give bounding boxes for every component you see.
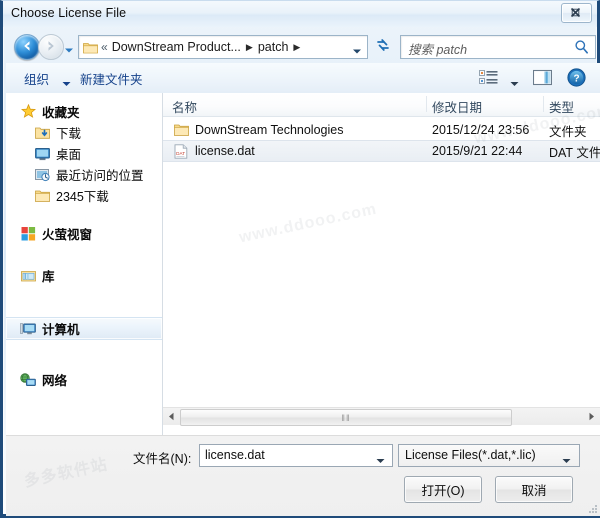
column-divider[interactable] <box>543 96 544 112</box>
file-date: 2015/9/21 22:44 <box>432 144 523 158</box>
search-input[interactable]: 搜索 patch <box>400 35 596 59</box>
horizontal-scrollbar[interactable]: ‖‖ <box>163 407 600 426</box>
back-button[interactable] <box>14 34 40 60</box>
file-list[interactable]: 名称 修改日期 类型 DownStream Technologies 2015/… <box>163 93 600 435</box>
dialog-body: 收藏夹 下载 桌面 最近访问的位置 2345下载 火萤视窗 库 计算机 网络 名… <box>6 93 600 435</box>
breadcrumb-separator-2[interactable]: ▶ <box>293 42 300 53</box>
file-type: DAT 文件 <box>549 145 600 160</box>
dialog-footer: 文件名(N): license.dat License Files(*.dat,… <box>6 435 600 516</box>
file-date: 2015/12/24 23:56 <box>432 123 530 137</box>
star-icon <box>20 104 36 120</box>
sidebar-item-label: 桌面 <box>56 148 82 162</box>
new-folder-button[interactable]: 新建文件夹 <box>80 69 143 88</box>
sidebar-group-network[interactable]: 网络 <box>6 369 162 390</box>
filetype-select[interactable]: License Files(*.dat,*.lic) <box>398 444 580 467</box>
breadcrumb-item-1[interactable]: DownStream Product... <box>112 40 241 54</box>
column-divider[interactable] <box>426 96 427 112</box>
forward-button[interactable] <box>38 34 64 60</box>
chevron-down-icon <box>64 43 74 57</box>
address-history-dropdown[interactable] <box>352 44 362 58</box>
column-header-type[interactable]: 类型 <box>549 97 574 116</box>
filetype-value: License Files(*.dat,*.lic) <box>405 448 536 462</box>
address-overflow-chevrons[interactable]: « <box>101 40 108 54</box>
search-placeholder: 搜索 patch <box>408 43 468 57</box>
folder-icon <box>34 188 50 204</box>
sidebar-group-label: 火萤视窗 <box>42 228 93 242</box>
sidebar-group-label: 网络 <box>42 374 68 388</box>
open-button[interactable]: 打开(O) <box>404 476 482 503</box>
file-type: 文件夹 <box>549 124 587 139</box>
scroll-right-arrow-icon[interactable] <box>583 408 600 425</box>
sidebar-group-label: 计算机 <box>42 323 80 337</box>
organize-button[interactable]: 组织 <box>24 69 49 88</box>
address-bar[interactable]: « DownStream Product... ▶ patch ▶ <box>78 35 368 59</box>
column-header-date[interactable]: 修改日期 <box>432 97 482 116</box>
table-row[interactable]: DAT license.dat 2015/9/21 22:44 DAT 文件 <box>163 140 600 162</box>
caret-down-icon <box>562 453 571 467</box>
column-header-name[interactable]: 名称 <box>172 97 197 116</box>
sidebar-item-recent-places[interactable]: 最近访问的位置 <box>6 164 162 185</box>
view-list-icon[interactable] <box>479 69 499 90</box>
refresh-button[interactable] <box>372 35 394 57</box>
cancel-button[interactable]: 取消 <box>495 476 573 503</box>
refresh-icon <box>375 37 391 56</box>
sidebar-group-favorites[interactable]: 收藏夹 <box>6 101 162 122</box>
caret-down-icon[interactable] <box>62 76 71 90</box>
sidebar-group-huoying[interactable]: 火萤视窗 <box>6 223 162 244</box>
sidebar-group-libraries[interactable]: 库 <box>6 265 162 286</box>
svg-text:DAT: DAT <box>176 151 185 156</box>
sidebar-group-label: 收藏夹 <box>42 106 80 120</box>
svg-text:?: ? <box>573 73 579 84</box>
forward-arrow-icon <box>44 39 58 56</box>
file-dialog-window: Choose License File « DownStream Product… <box>0 0 600 518</box>
breadcrumb-item-2[interactable]: patch <box>258 40 289 54</box>
scrollbar-thumb[interactable]: ‖‖ <box>180 409 512 426</box>
sidebar-group-label: 库 <box>42 270 55 284</box>
window-title: Choose License File <box>11 6 127 20</box>
column-header-row: 名称 修改日期 类型 <box>163 93 600 117</box>
caret-down-icon[interactable] <box>510 76 519 90</box>
recent-places-icon <box>34 167 50 183</box>
search-icon <box>574 39 589 57</box>
sidebar-item-2345downloads[interactable]: 2345下载 <box>6 185 162 206</box>
dat-file-icon: DAT <box>173 143 189 159</box>
filename-label: 文件名(N): <box>133 452 192 466</box>
network-icon <box>20 372 36 388</box>
file-name: license.dat <box>195 144 255 158</box>
caret-down-icon[interactable] <box>376 453 385 467</box>
windows-logo-icon <box>20 226 36 242</box>
table-row[interactable]: DownStream Technologies 2015/12/24 23:56… <box>163 120 600 140</box>
folder-icon <box>83 41 98 54</box>
sidebar-item-desktop[interactable]: 桌面 <box>6 143 162 164</box>
filename-value: license.dat <box>205 448 265 462</box>
recent-pages-dropdown[interactable] <box>64 43 74 57</box>
computer-icon <box>20 321 36 337</box>
scrollbar-grip: ‖‖ <box>341 412 351 423</box>
title-bar: Choose License File <box>3 1 597 27</box>
command-toolbar: 组织 新建文件夹 ? <box>6 63 600 94</box>
sidebar-item-label: 下载 <box>56 127 82 141</box>
file-name: DownStream Technologies <box>195 123 344 137</box>
navigation-sidebar[interactable]: 收藏夹 下载 桌面 最近访问的位置 2345下载 火萤视窗 库 计算机 网络 <box>6 93 163 435</box>
sidebar-item-label: 2345下载 <box>56 190 109 204</box>
desktop-icon <box>34 146 50 162</box>
breadcrumb-separator-1[interactable]: ▶ <box>246 42 253 53</box>
close-button[interactable] <box>561 3 592 23</box>
sidebar-item-downloads[interactable]: 下载 <box>6 122 162 143</box>
back-arrow-icon <box>20 39 34 56</box>
folder-icon <box>173 122 189 138</box>
library-icon <box>20 268 36 284</box>
help-circle-icon[interactable]: ? <box>567 68 586 90</box>
navigation-bar: « DownStream Product... ▶ patch ▶ 搜索 pat… <box>6 29 600 63</box>
downloads-folder-icon <box>34 125 50 141</box>
resize-grip-icon[interactable] <box>586 503 598 515</box>
sidebar-item-label: 最近访问的位置 <box>56 169 144 183</box>
preview-pane-icon[interactable] <box>532 69 553 90</box>
scroll-left-arrow-icon[interactable] <box>163 408 180 425</box>
sidebar-group-computer[interactable]: 计算机 <box>6 317 162 340</box>
filename-input[interactable]: license.dat <box>199 444 393 467</box>
